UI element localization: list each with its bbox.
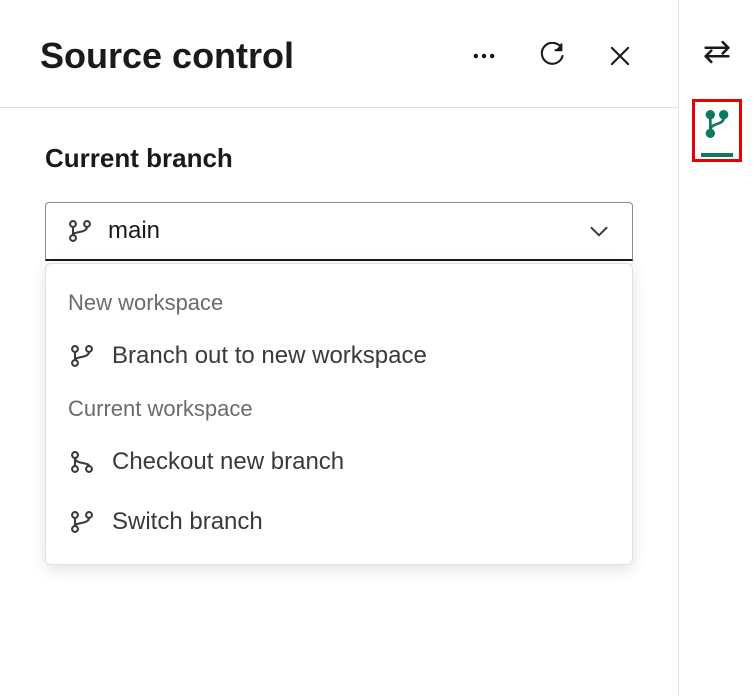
rail-active-indicator (701, 108, 733, 157)
refresh-button[interactable] (534, 38, 570, 74)
source-control-icon (701, 108, 733, 140)
dropdown-item-branch-out[interactable]: Branch out to new workspace (46, 326, 632, 386)
panel-header: Source control (0, 0, 678, 108)
branch-selector[interactable]: main (45, 202, 633, 261)
refresh-icon (538, 42, 566, 70)
branch-icon (68, 448, 96, 476)
rail-source-control-button[interactable] (692, 99, 742, 162)
chevron-down-icon (586, 218, 612, 244)
more-button[interactable] (466, 38, 502, 74)
more-icon (470, 42, 498, 70)
sync-arrows-icon (700, 35, 734, 69)
branch-icon (68, 342, 96, 370)
dropdown-item-checkout[interactable]: Checkout new branch (46, 432, 632, 492)
branch-dropdown: New workspace Branch out to new workspac… (45, 263, 633, 565)
dropdown-item-switch[interactable]: Switch branch (46, 492, 632, 552)
header-actions (466, 38, 638, 74)
source-control-panel: Source control (0, 0, 679, 696)
right-rail (679, 0, 754, 696)
dropdown-item-label: Switch branch (112, 508, 263, 536)
dropdown-item-label: Checkout new branch (112, 448, 344, 476)
panel-body: Current branch main New workspace (0, 108, 678, 600)
branch-value: main (108, 217, 572, 245)
close-icon (606, 42, 634, 70)
current-branch-label: Current branch (45, 143, 633, 174)
dropdown-item-label: Branch out to new workspace (112, 342, 427, 370)
dropdown-section-new-workspace: New workspace (46, 280, 632, 326)
branch-icon (66, 217, 94, 245)
panel-title: Source control (40, 35, 466, 77)
close-button[interactable] (602, 38, 638, 74)
branch-icon (68, 508, 96, 536)
dropdown-section-current-workspace: Current workspace (46, 386, 632, 432)
rail-sync-button[interactable] (700, 35, 734, 69)
